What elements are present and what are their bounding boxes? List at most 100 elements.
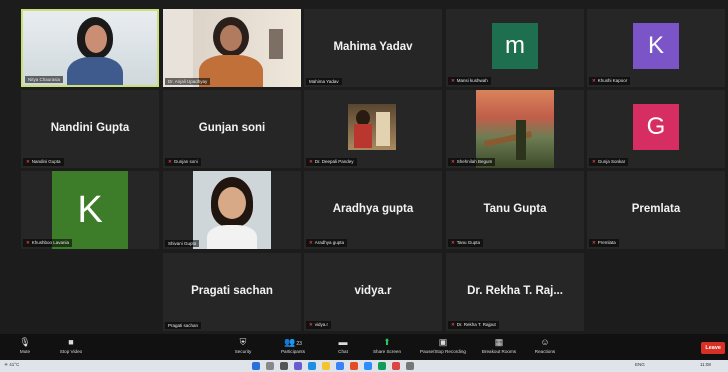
store-icon[interactable] [336,362,344,370]
participant-display-name: Premlata [631,203,681,215]
participant-display-name: Aradhya gupta [332,203,414,215]
muted-mic-icon: ✕ [451,240,455,245]
participant-name-label: Nitya Chaurasia [25,76,64,83]
chat-button[interactable]: ▬ Chat [320,336,366,354]
leave-button[interactable]: Leave [701,342,725,354]
participant-display-name: vidya.r [354,285,392,297]
participant-name: Nitya Chaurasia [28,77,61,82]
participant-name-label: ✕ Dr. Rekha T. Rajput [448,321,499,329]
avatar: K [633,23,679,69]
participant-name: Gunja Sonkar [597,159,626,164]
mute-button[interactable]: 🎙 Mute [2,336,48,354]
participant-tile[interactable]: Nandini Gupta ✕ Nandini Gupta [21,90,159,168]
profile-photo [348,104,396,150]
app-icon[interactable] [406,362,414,370]
chat-label: Chat [338,349,348,354]
teams-icon[interactable] [294,362,302,370]
participant-tile[interactable]: K ✕ Khushboo Lavania [21,171,159,249]
participant-name-label: Dr. Anjali Upadhyay [165,78,211,85]
breakout-rooms-icon: ▦ [494,337,504,347]
clock[interactable]: 11:08 [700,362,711,367]
participant-name: Aradhya gupta [314,240,345,245]
participant-tile[interactable]: K ✕ Khushi Kapoor [587,9,725,87]
language-indicator[interactable]: ENG [635,362,645,367]
task-view-icon[interactable] [280,362,288,370]
participant-display-name: Gunjan soni [198,122,266,134]
file-explorer-icon[interactable] [322,362,330,370]
avatar: K [52,171,128,249]
participants-label: Participants [280,349,305,354]
participant-tile[interactable]: ✕ Shehnilah Begum [446,90,584,168]
app-icon[interactable] [392,362,400,370]
participant-name-label: ✕ Khushi Kapoor [589,77,631,85]
participant-name: Tanu Gupta [456,240,481,245]
participant-name: Dr. Rekha T. Rajput [456,322,496,327]
microphone-icon: 🎙 [19,337,31,347]
participant-count: 23 [296,341,302,347]
muted-mic-icon: ✕ [451,322,455,327]
participant-name-label: Pragati sachan [165,322,202,329]
participant-name-label: ✕ Mansi kushwah [448,77,491,85]
participant-name: Dr. Deepali Pandey [314,159,354,164]
participant-name: Dr. Anjali Upadhyay [168,79,208,84]
participant-tile[interactable]: Nitya Chaurasia [21,9,159,87]
security-label: Security [234,349,252,354]
muted-mic-icon: ✕ [309,240,313,245]
participant-tile[interactable]: Dr. Anjali Upadhyay [163,9,301,87]
participant-name: vidya.r [314,322,329,327]
participant-name-label: Shivani Gupta [165,240,200,247]
security-button[interactable]: ⛨ Security [220,336,266,354]
weather-widget[interactable]: ☀ 41°C [4,362,19,368]
participants-icon: 👥23 [284,337,302,347]
participant-tile[interactable]: m ✕ Mansi kushwah [446,9,584,87]
participant-name: Shivani Gupta [168,241,197,246]
windows-taskbar: ☀ 41°C ENG 11:08 [0,360,728,372]
participant-name-label: Mahima Yadav [306,78,342,85]
participant-tile[interactable]: vidya.r ✕ vidya.r [304,253,442,331]
recording-button[interactable]: ▣ Pause/Stop Recording [420,336,466,354]
participant-name: Nandini Gupta [31,159,61,164]
muted-mic-icon: ✕ [309,159,313,164]
participant-name: Gunjan soni [173,159,198,164]
stop-video-button[interactable]: ■ Stop Video [48,336,94,354]
zoom-meeting-window: Nitya Chaurasia Dr. Anjali Upadhyay Mahima… [0,0,728,372]
muted-mic-icon: ✕ [592,240,596,245]
muted-mic-icon: ✕ [168,159,172,164]
participant-name: Shehnilah Begum [456,159,493,164]
office-icon[interactable] [350,362,358,370]
participant-display-name: Tanu Gupta [483,203,547,215]
participant-tile[interactable]: Gunjan soni ✕ Gunjan soni [163,90,301,168]
stop-video-label: Stop Video [59,349,83,354]
breakout-rooms-button[interactable]: ▦ Breakout Rooms [476,336,522,354]
muted-mic-icon: ✕ [26,159,30,164]
participant-tile[interactable]: G ✕ Gunja Sonkar [587,90,725,168]
recording-icon: ▣ [438,337,448,347]
participant-tile[interactable]: Aradhya gupta ✕ Aradhya gupta [304,171,442,249]
participant-tile[interactable]: Pragati sachan Pragati sachan [163,253,301,331]
windows-start-icon[interactable] [252,362,260,370]
chrome-icon[interactable] [378,362,386,370]
zoom-taskbar-icon[interactable] [364,362,372,370]
participant-display-name: Mahima Yadav [333,41,413,53]
participant-tile[interactable]: ✕ Dr. Deepali Pandey [304,90,442,168]
chat-icon: ▬ [338,337,348,347]
search-icon[interactable] [266,362,274,370]
muted-mic-icon: ✕ [592,159,596,164]
share-screen-button[interactable]: ⬆ Share Screen [364,336,410,354]
participant-tile[interactable]: Premlata ✕ Premlata [587,171,725,249]
edge-icon[interactable] [308,362,316,370]
participant-tile[interactable]: Mahima Yadav Mahima Yadav [304,9,442,87]
reactions-label: Reactions [534,349,556,354]
reactions-button[interactable]: ☺ Reactions [522,336,568,354]
profile-photo [193,171,271,249]
avatar: m [492,23,538,69]
participants-button[interactable]: 👥23 Participants [270,336,316,354]
muted-mic-icon: ✕ [26,240,30,245]
participant-tile[interactable]: Dr. Rekha T. Raj... ✕ Dr. Rekha T. Rajput [446,253,584,331]
participant-name-label: ✕ Gunjan soni [165,158,201,166]
participant-tile[interactable]: Tanu Gupta ✕ Tanu Gupta [446,171,584,249]
share-screen-icon: ⬆ [383,337,391,347]
participant-tile[interactable]: Shivani Gupta [163,171,301,249]
muted-mic-icon: ✕ [309,322,313,327]
video-camera-icon: ■ [68,337,74,347]
